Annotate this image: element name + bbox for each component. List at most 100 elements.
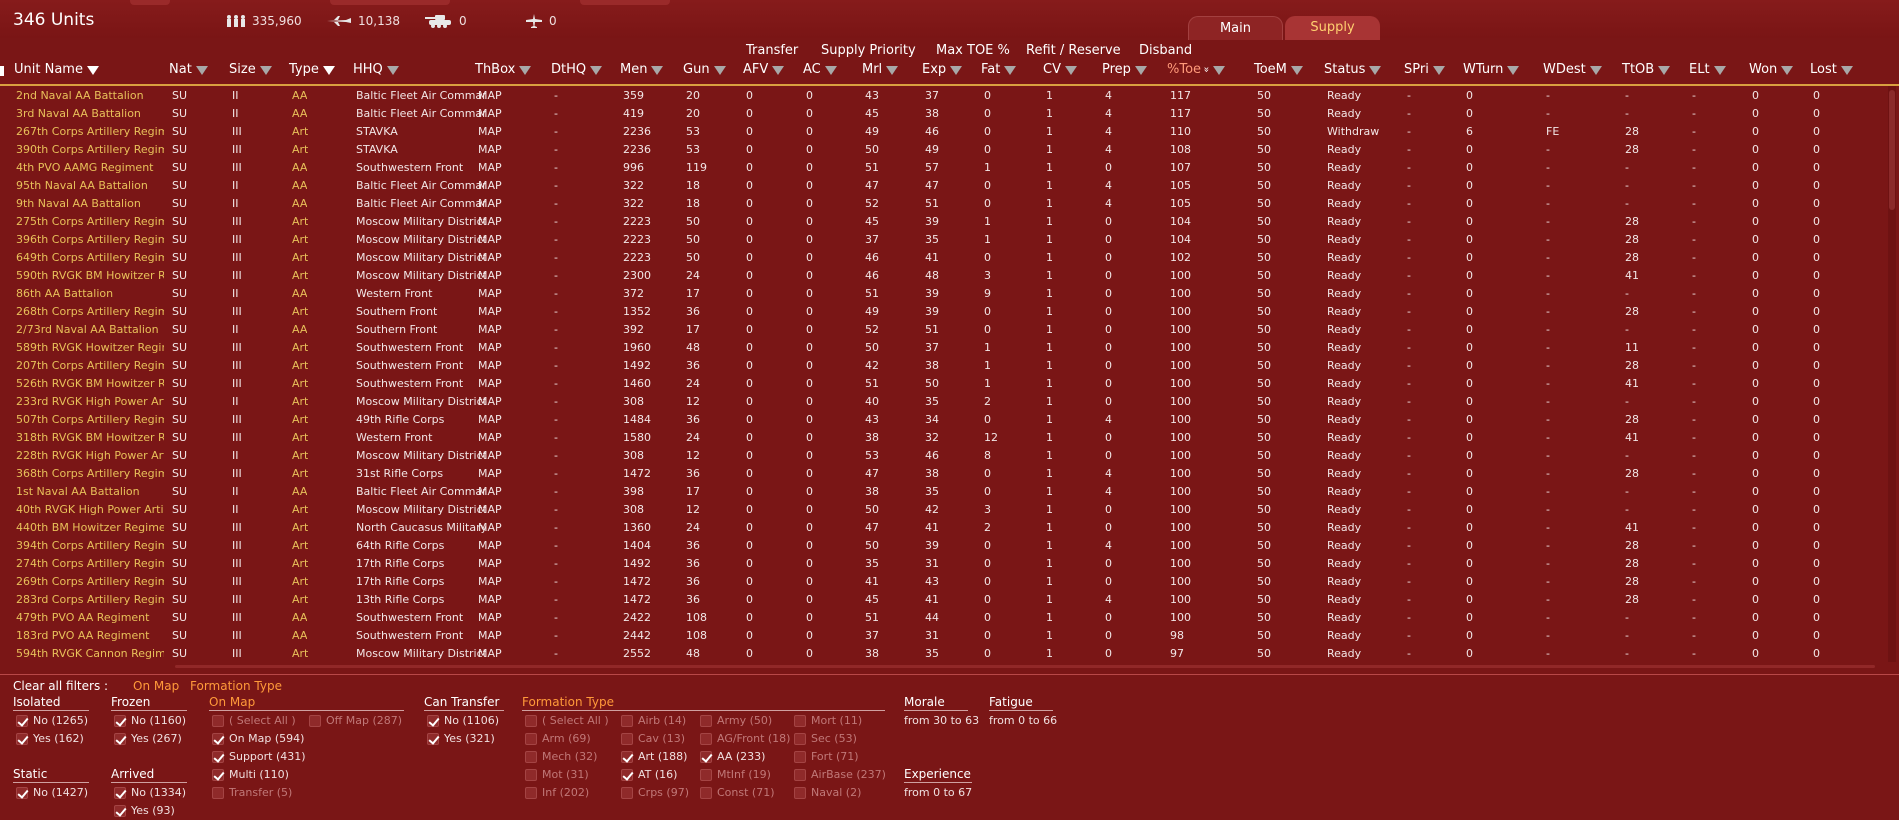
filter-funnel-icon[interactable] <box>322 66 335 75</box>
filter-option-arrived[interactable]: No (1334) <box>114 786 186 799</box>
column-header-gun[interactable]: Gun <box>683 62 726 77</box>
filter-option-formation-type[interactable]: Airb (14) <box>621 714 686 727</box>
checkbox-unchecked[interactable] <box>794 786 806 799</box>
table-row[interactable]: 396th Corps Artillery Regimen SU III Art Mos… <box>0 230 1888 248</box>
column-header-wdest[interactable]: WDest <box>1543 62 1602 77</box>
table-row[interactable]: 594th RVGK Cannon Regiment SU III Art Moscow… <box>0 644 1888 662</box>
cell-unit-name[interactable]: 269th Corps Artillery Regimen <box>16 575 164 588</box>
cell-unit-name[interactable]: 275th Corps Artillery Regimen <box>16 215 164 228</box>
table-row[interactable]: 479th PVO AA Regiment SU III AA Southwestern… <box>0 608 1888 626</box>
filter-option-on-map[interactable]: On Map (594) <box>212 732 304 745</box>
filter-funnel-icon[interactable] <box>86 66 99 75</box>
column-header-spri[interactable]: SPri <box>1404 62 1445 77</box>
filter-option-formation-type[interactable]: AG/Front (18) <box>700 732 790 745</box>
filter-funnel-icon[interactable] <box>1432 66 1445 75</box>
filter-funnel-icon[interactable] <box>1781 66 1794 75</box>
table-row[interactable]: 267th Corps Artillery Regimen SU III Art STA… <box>0 122 1888 140</box>
table-row[interactable]: 2/73rd Naval AA Battalion SU II AA Southern … <box>0 320 1888 338</box>
filter-funnel-icon[interactable] <box>950 66 963 75</box>
column-header-ttob[interactable]: TtOB <box>1622 62 1671 77</box>
filter-funnel-icon[interactable] <box>651 66 664 75</box>
filter-option-arrived[interactable]: Yes (93) <box>114 804 175 817</box>
column-header-unit-name[interactable]: Unit Name <box>14 62 99 77</box>
table-row[interactable]: 318th RVGK BM Howitzer Regi SU III Art Weste… <box>0 428 1888 446</box>
cell-unit-name[interactable]: 183rd PVO AA Regiment <box>16 629 164 642</box>
tab-main[interactable]: Main <box>1188 16 1283 40</box>
filter-funnel-icon[interactable] <box>1658 66 1671 75</box>
checkbox-unchecked[interactable] <box>525 732 537 745</box>
disband-header[interactable]: Disband <box>1139 43 1192 58</box>
cell-unit-name[interactable]: 649th Corps Artillery Regimen <box>16 251 164 264</box>
filter-option-formation-type[interactable]: Arm (69) <box>525 732 591 745</box>
filter-option-on-map[interactable]: Support (431) <box>212 750 306 763</box>
table-row[interactable]: 589th RVGK Howitzer Regime SU III Art Southw… <box>0 338 1888 356</box>
column-header-afv[interactable]: AFV <box>743 62 785 77</box>
filter-option-on-map[interactable]: Multi (110) <box>212 768 289 781</box>
checkbox-checked[interactable] <box>16 732 28 745</box>
filter-funnel-icon[interactable] <box>1507 66 1520 75</box>
checkbox-unchecked[interactable] <box>621 714 633 727</box>
cell-unit-name[interactable]: 394th Corps Artillery Regimen <box>16 539 164 552</box>
checkbox-unchecked[interactable] <box>525 768 537 781</box>
column-header-exp[interactable]: Exp <box>922 62 963 77</box>
filter-option-isolated[interactable]: Yes (162) <box>16 732 84 745</box>
checkbox-checked[interactable] <box>16 714 28 727</box>
clear-all-filters[interactable]: Clear all filters : <box>13 679 108 693</box>
checkbox-checked[interactable] <box>212 750 224 763</box>
column-header-hhq[interactable]: HHQ <box>353 62 399 77</box>
cell-unit-name[interactable]: 95th Naval AA Battalion <box>16 179 164 192</box>
column-header-lost[interactable]: Lost <box>1810 62 1853 77</box>
cell-unit-name[interactable]: 228th RVGK High Power Artille <box>16 449 164 462</box>
hidden-tab-stub[interactable] <box>130 0 170 5</box>
cell-unit-name[interactable]: 207th Corps Artillery Regimen <box>16 359 164 372</box>
filter-option-formation-type[interactable]: AA (233) <box>700 750 765 763</box>
checkbox-checked[interactable] <box>114 714 126 727</box>
checkbox-unchecked[interactable] <box>212 714 224 727</box>
cell-unit-name[interactable]: 590th RVGK BM Howitzer Regi <box>16 269 164 282</box>
supply-priority-header[interactable]: Supply Priority <box>821 43 916 58</box>
column-header-wturn[interactable]: WTurn <box>1463 62 1520 77</box>
filter-option-isolated[interactable]: No (1265) <box>16 714 88 727</box>
column-header-nat[interactable]: Nat <box>169 62 208 77</box>
cell-unit-name[interactable]: 396th Corps Artillery Regimen <box>16 233 164 246</box>
filter-funnel-icon[interactable] <box>1213 66 1226 75</box>
filter-option-formation-type[interactable]: ( Select All ) <box>525 714 609 727</box>
table-row[interactable]: 275th Corps Artillery Regimen SU III Art Mos… <box>0 212 1888 230</box>
cell-unit-name[interactable]: 479th PVO AA Regiment <box>16 611 164 624</box>
table-row[interactable]: 394th Corps Artillery Regimen SU III Art 64t… <box>0 536 1888 554</box>
filter-funnel-icon[interactable] <box>1064 66 1077 75</box>
filter-option-frozen[interactable]: Yes (267) <box>114 732 182 745</box>
filter-option-formation-type[interactable]: Cav (13) <box>621 732 685 745</box>
table-row[interactable]: 390th Corps Artillery Regimen SU III Art STA… <box>0 140 1888 158</box>
column-header-ac[interactable]: AC <box>803 62 837 77</box>
filter-option-formation-type[interactable]: Crps (97) <box>621 786 689 799</box>
cell-unit-name[interactable]: 2nd Naval AA Battalion <box>16 89 164 102</box>
column-header-mrl[interactable]: Mrl <box>862 62 899 77</box>
filter-option-formation-type[interactable]: Naval (2) <box>794 786 861 799</box>
sort-descending-icon[interactable]: » <box>1201 66 1212 72</box>
filter-funnel-icon[interactable] <box>1840 66 1853 75</box>
checkbox-unchecked[interactable] <box>621 732 633 745</box>
checkbox-unchecked[interactable] <box>794 750 806 763</box>
table-row[interactable]: 233rd RVGK High Power Artille SU II Art Mosc… <box>0 392 1888 410</box>
checkbox-checked[interactable] <box>114 732 126 745</box>
column-header-fat[interactable]: Fat <box>981 62 1017 77</box>
filter-range-morale[interactable]: from 30 to 63 <box>904 714 979 727</box>
column-header-thbox[interactable]: ThBox <box>475 62 532 77</box>
cell-unit-name[interactable]: 318th RVGK BM Howitzer Regi <box>16 431 164 444</box>
transfer-header[interactable]: Transfer <box>746 43 798 58</box>
cell-unit-name[interactable]: 594th RVGK Cannon Regiment <box>16 647 164 660</box>
filter-funnel-icon[interactable] <box>1589 66 1602 75</box>
filter-funnel-icon[interactable] <box>886 66 899 75</box>
filter-option-formation-type[interactable]: MtInf (19) <box>700 768 771 781</box>
column-header-won[interactable]: Won <box>1749 62 1794 77</box>
checkbox-unchecked[interactable] <box>525 786 537 799</box>
checkbox-checked[interactable] <box>621 768 633 781</box>
filter-option-can-transfer[interactable]: Yes (321) <box>427 732 495 745</box>
checkbox-checked[interactable] <box>212 732 224 745</box>
cell-unit-name[interactable]: 40th RVGK High Power Artiller <box>16 503 164 516</box>
filter-range-experience[interactable]: from 0 to 67 <box>904 786 972 799</box>
table-row[interactable]: 368th Corps Artillery Regimen SU III Art 31s… <box>0 464 1888 482</box>
active-filter-on-map[interactable]: On Map <box>133 679 179 693</box>
filter-option-formation-type[interactable]: Inf (202) <box>525 786 589 799</box>
